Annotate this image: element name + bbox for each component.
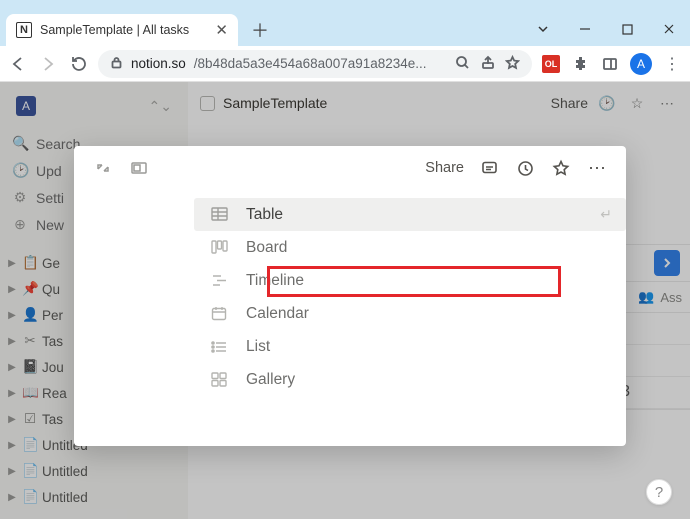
extension-badge[interactable]: OL (542, 55, 560, 73)
board-icon (210, 240, 228, 255)
new-tab-button[interactable]: ＋ (246, 16, 274, 44)
profile-avatar[interactable]: A (630, 53, 652, 75)
table-icon (210, 207, 228, 222)
more-icon[interactable]: ⋯ (586, 158, 608, 179)
view-option-timeline[interactable]: Timeline (194, 264, 626, 297)
url-host: notion.so (131, 56, 186, 71)
window-maximize-icon[interactable] (606, 14, 648, 44)
extensions-icon[interactable] (570, 54, 590, 74)
browser-toolbar: notion.so/8b48da5a3e454a68a007a91a8234e.… (0, 46, 690, 82)
updates-icon[interactable] (514, 160, 536, 177)
modal-share-button[interactable]: Share (425, 160, 464, 176)
enter-icon: ↵ (600, 206, 612, 223)
window-dropdown-icon[interactable] (522, 14, 564, 44)
view-option-board[interactable]: Board (194, 231, 626, 264)
notion-favicon: N (16, 22, 32, 38)
omnibox[interactable]: notion.so/8b48da5a3e454a68a007a91a8234e.… (98, 50, 532, 78)
window-minimize-icon[interactable] (564, 14, 606, 44)
view-label: List (246, 338, 270, 356)
url-path: /8b48da5a3e454a68a007a91a8234e... (194, 56, 427, 71)
tab-close-icon[interactable]: ✕ (215, 21, 228, 39)
view-label: Timeline (246, 272, 304, 290)
window-titlebar-spacer (0, 0, 690, 12)
view-label: Board (246, 239, 287, 257)
expand-icon[interactable] (92, 161, 114, 175)
side-panel-icon[interactable] (600, 54, 620, 74)
list-icon (210, 340, 228, 354)
view-label: Table (246, 206, 283, 224)
favorite-icon[interactable] (550, 159, 572, 177)
nav-reload-icon[interactable] (68, 54, 88, 74)
window-controls (522, 12, 690, 46)
help-button[interactable]: ? (646, 479, 672, 505)
browser-menu-icon[interactable]: ⋮ (662, 54, 682, 74)
view-type-list: Table ↵ Board Timeline Calendar List (74, 198, 626, 396)
timeline-icon (210, 273, 228, 288)
comments-icon[interactable] (478, 160, 500, 177)
nav-back-icon[interactable] (8, 54, 28, 74)
view-option-calendar[interactable]: Calendar (194, 297, 626, 330)
view-option-gallery[interactable]: Gallery (194, 363, 626, 396)
nav-forward-icon (38, 54, 58, 74)
site-lock-icon[interactable] (110, 56, 123, 72)
gallery-icon (210, 372, 228, 387)
omnibox-share-icon[interactable] (480, 55, 495, 73)
modal-topbar: Share ⋯ (74, 146, 626, 190)
view-picker-modal: Share ⋯ Table ↵ Board Timeline Calenda (74, 146, 626, 446)
tab-title: SampleTemplate | All tasks (40, 23, 207, 37)
view-option-table[interactable]: Table ↵ (194, 198, 626, 231)
omnibox-bookmark-icon[interactable] (505, 55, 520, 73)
view-label: Calendar (246, 305, 309, 323)
view-label: Gallery (246, 371, 295, 389)
window-close-icon[interactable] (648, 14, 690, 44)
calendar-icon (210, 306, 228, 321)
browser-tabstrip: N SampleTemplate | All tasks ✕ ＋ (0, 12, 690, 46)
omnibox-search-icon[interactable] (455, 55, 470, 73)
peek-icon[interactable] (128, 162, 150, 174)
help-label: ? (655, 484, 663, 501)
view-option-list[interactable]: List (194, 330, 626, 363)
browser-tab[interactable]: N SampleTemplate | All tasks ✕ (6, 14, 238, 46)
